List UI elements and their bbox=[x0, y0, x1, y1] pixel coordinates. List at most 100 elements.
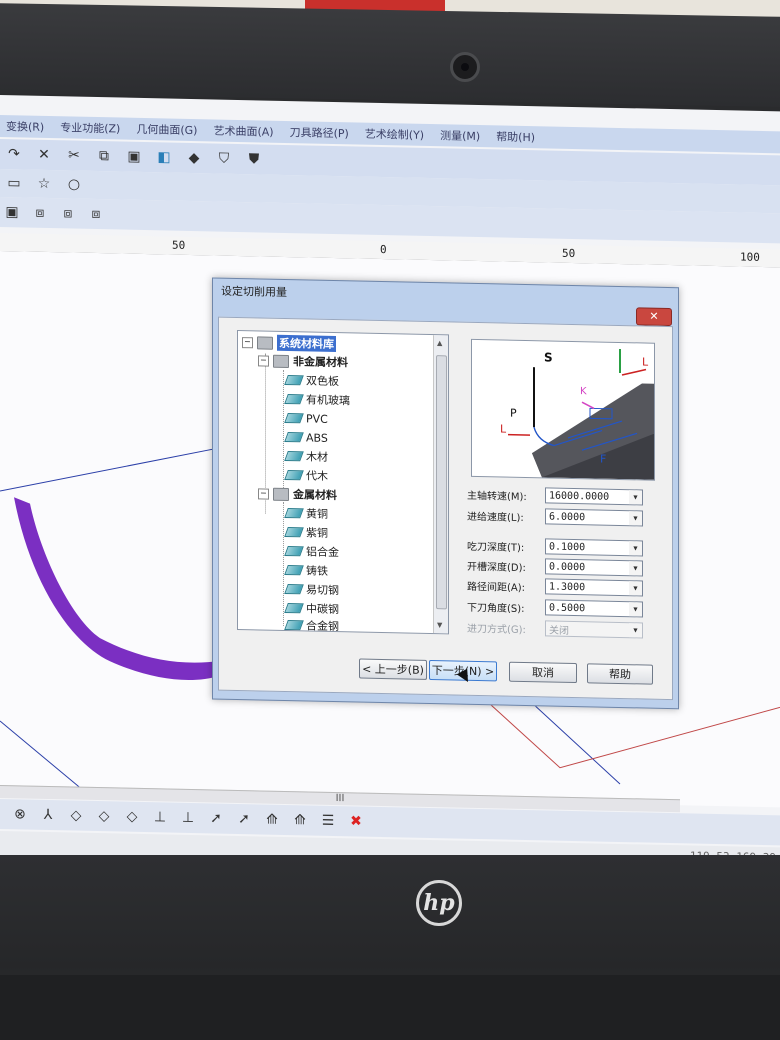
tree-item[interactable]: 铸铁 bbox=[284, 561, 328, 580]
view-icon[interactable]: ▣ bbox=[2, 202, 22, 222]
tree-item[interactable]: 有机玻璃 bbox=[284, 390, 350, 409]
collapse-icon[interactable]: − bbox=[258, 354, 269, 367]
cutting-params: 主轴转速(M): 16000.0000 ▼ 进给速度(L): 6.0000 ▼ 吃刀… bbox=[467, 483, 647, 639]
slot-depth-input[interactable]: 0.0000 ▼ bbox=[545, 558, 643, 577]
entry-method-select: 关闭 ▼ bbox=[545, 620, 643, 639]
help-button[interactable]: 帮助 bbox=[587, 663, 653, 685]
chevron-down-icon[interactable]: ▼ bbox=[629, 511, 642, 526]
path-icon-2[interactable]: ⊥ bbox=[178, 808, 198, 828]
chevron-down-icon[interactable]: ▼ bbox=[629, 581, 642, 596]
menu-item-help[interactable]: 帮助(H) bbox=[496, 128, 535, 145]
webcam-icon bbox=[450, 52, 480, 82]
tree-item[interactable]: 铝合金 bbox=[284, 542, 339, 561]
tree-group-metal[interactable]: − 金属材料 bbox=[258, 484, 337, 504]
node-icon[interactable]: ⅄ bbox=[38, 805, 58, 825]
tree-item[interactable]: ABS bbox=[284, 428, 328, 447]
param-value: 1.3000 bbox=[549, 580, 586, 593]
label-f: F bbox=[600, 453, 606, 466]
render-icon[interactable]: ◆ bbox=[184, 148, 204, 168]
tree-item[interactable]: PVC bbox=[284, 409, 328, 428]
delete-path-icon[interactable]: ✖ bbox=[346, 811, 366, 831]
chevron-down-icon[interactable]: ▼ bbox=[629, 541, 642, 556]
collapse-icon[interactable]: − bbox=[258, 487, 269, 500]
tree-item[interactable]: 紫铜 bbox=[284, 523, 328, 542]
menu-item-art-drawing[interactable]: 艺术绘制(Y) bbox=[365, 126, 424, 143]
menu-item-geometry-surface[interactable]: 几何曲面(G) bbox=[136, 121, 197, 138]
path-icon[interactable]: ⊥ bbox=[150, 807, 170, 827]
tree-scrollbar[interactable]: ▲ ▼ bbox=[433, 335, 448, 634]
sim-icon[interactable]: ⟰ bbox=[262, 809, 282, 829]
rectangle-icon[interactable]: ▭ bbox=[4, 173, 24, 193]
select-icon[interactable]: ➚ bbox=[206, 808, 226, 828]
material-tree[interactable]: − 系统材料库 − 非金属材料 双色板 有机玻璃 PVC ABS 木材 代木 − bbox=[237, 329, 449, 635]
circle-icon[interactable]: ○ bbox=[64, 174, 84, 194]
list-icon[interactable]: ☰ bbox=[318, 811, 338, 831]
tree-item[interactable]: 代木 bbox=[284, 466, 328, 485]
chevron-down-icon[interactable]: ▼ bbox=[629, 602, 642, 617]
cut-depth-input[interactable]: 0.1000 ▼ bbox=[545, 538, 643, 557]
scroll-up-icon[interactable]: ▲ bbox=[437, 339, 442, 347]
tree-item[interactable]: 黄铜 bbox=[284, 504, 328, 523]
tree-item[interactable]: 合金钢 bbox=[284, 616, 339, 634]
scroll-down-icon[interactable]: ▼ bbox=[437, 621, 442, 629]
collapse-icon[interactable]: − bbox=[242, 336, 253, 348]
delete-icon[interactable]: ✕ bbox=[34, 145, 54, 165]
shade-icon[interactable]: ◧ bbox=[154, 147, 174, 167]
cut-icon[interactable]: ✂ bbox=[64, 145, 84, 165]
purple-surface bbox=[14, 497, 222, 680]
blue-line bbox=[0, 720, 81, 789]
cancel-button[interactable]: 取消 bbox=[509, 661, 577, 684]
offset-icon-2[interactable]: ◇ bbox=[94, 806, 114, 826]
dialog-title: 设定切削用量 bbox=[221, 284, 287, 300]
tree-item-label: 铸铁 bbox=[306, 564, 328, 578]
tree-item[interactable]: 木材 bbox=[284, 447, 328, 466]
offset-icon[interactable]: ◇ bbox=[66, 805, 86, 825]
path-spacing-input[interactable]: 1.3000 ▼ bbox=[545, 578, 643, 597]
redo-icon[interactable]: ↷ bbox=[4, 144, 24, 164]
cutting-preview-image: S P L K L F bbox=[471, 338, 655, 481]
tree-root[interactable]: − 系统材料库 bbox=[242, 333, 336, 353]
tree-item-label: 双色板 bbox=[306, 374, 339, 389]
spindle-speed-input[interactable]: 16000.0000 ▼ bbox=[545, 487, 643, 506]
sim-icon-2[interactable]: ⟰ bbox=[290, 810, 310, 830]
param-row-path-spacing: 路径间距(A): 1.3000 ▼ bbox=[467, 576, 647, 598]
chevron-down-icon[interactable]: ▼ bbox=[629, 561, 642, 576]
param-label: 开槽深度(D): bbox=[467, 561, 526, 574]
back-button[interactable]: < 上一步(B) bbox=[359, 658, 427, 680]
menu-item-measure[interactable]: 测量(M) bbox=[440, 127, 480, 144]
cutting-diagram: S P L K L F bbox=[500, 348, 654, 480]
chevron-down-icon[interactable]: ▼ bbox=[629, 490, 642, 505]
tree-item[interactable]: 双色板 bbox=[284, 371, 339, 390]
dialog-buttons: < 上一步(B) 下一步(N) > 取消 帮助 bbox=[359, 658, 659, 687]
paste-icon[interactable]: ▣ bbox=[124, 147, 144, 167]
laptop-bezel-top bbox=[0, 3, 780, 107]
arrange-icon[interactable]: ⧈ bbox=[86, 204, 106, 224]
param-value: 16000.0000 bbox=[549, 489, 610, 503]
label-l-2: L bbox=[642, 355, 649, 368]
tree-item[interactable]: 易切钢 bbox=[284, 580, 339, 599]
tree-item-label: 黄铜 bbox=[306, 507, 328, 521]
screen: 变换(R) 专业功能(Z) 几何曲面(G) 艺术曲面(A) 刀具路径(P) 艺术… bbox=[0, 95, 780, 874]
group-icon[interactable]: ⧈ bbox=[30, 203, 50, 223]
scroll-thumb[interactable] bbox=[436, 355, 447, 610]
menu-item-professional[interactable]: 专业功能(Z) bbox=[60, 119, 120, 136]
menu-item-art-surface[interactable]: 艺术曲面(A) bbox=[213, 122, 273, 139]
copy-icon[interactable]: ⧉ bbox=[94, 146, 114, 166]
offset-icon-3[interactable]: ◇ bbox=[122, 807, 142, 827]
tool-icon-2[interactable]: ⛊ bbox=[244, 149, 264, 169]
feed-rate-input[interactable]: 6.0000 ▼ bbox=[545, 508, 643, 527]
menu-item-toolpath[interactable]: 刀具路径(P) bbox=[290, 124, 349, 141]
plunge-angle-input[interactable]: 0.5000 ▼ bbox=[545, 599, 643, 618]
select-icon-2[interactable]: ➚ bbox=[234, 809, 254, 829]
close-button[interactable]: ✕ bbox=[636, 307, 672, 327]
param-row-slot-depth: 开槽深度(D): 0.0000 ▼ bbox=[467, 556, 647, 578]
ungroup-icon[interactable]: ⧈ bbox=[58, 203, 78, 223]
blue-line bbox=[0, 445, 231, 492]
menu-item-transform[interactable]: 变换(R) bbox=[6, 118, 44, 135]
star-icon[interactable]: ☆ bbox=[34, 174, 54, 194]
tree-item-label: 合金钢 bbox=[306, 619, 339, 634]
tree-group-nonmetal[interactable]: − 非金属材料 bbox=[258, 351, 348, 371]
snap-icon[interactable]: ⊗ bbox=[10, 804, 30, 824]
material-icon bbox=[284, 432, 304, 443]
tool-icon[interactable]: ⛉ bbox=[214, 148, 234, 168]
